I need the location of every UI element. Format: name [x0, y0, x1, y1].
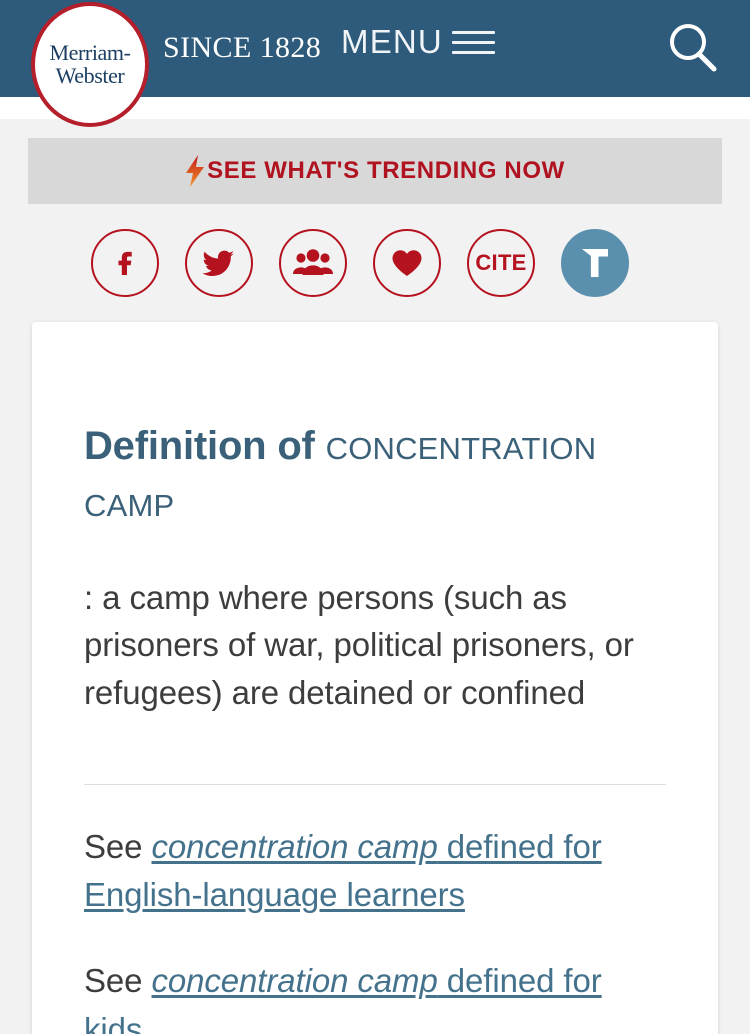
search-icon[interactable]	[662, 17, 724, 79]
users-group-icon[interactable]	[279, 229, 347, 297]
hamburger-icon[interactable]	[451, 29, 495, 54]
menu-button[interactable]: MENU	[341, 25, 495, 58]
definition-heading-prefix: Definition of	[84, 424, 315, 468]
social-actions-row: CITE	[0, 204, 750, 297]
section-divider	[84, 784, 666, 786]
see-label-learners: See	[84, 828, 152, 866]
link-kids-definition[interactable]: concentration camp defined for kids	[84, 962, 602, 1034]
page-body: SEE WHAT'S TRENDING NOW CITE Definition …	[0, 97, 750, 1034]
trending-label: SEE WHAT'S TRENDING NOW	[207, 157, 565, 184]
menu-label: MENU	[341, 23, 443, 60]
twitter-icon[interactable]	[185, 229, 253, 297]
tagline-since-1828: SINCE 1828	[163, 31, 322, 64]
link-learners-definition[interactable]: concentration camp defined for English-l…	[84, 828, 602, 913]
facebook-icon[interactable]	[91, 229, 159, 297]
logo-oval: Merriam- Webster	[31, 2, 149, 127]
link-learners-term: concentration camp	[151, 828, 438, 866]
thesaurus-t-icon[interactable]	[561, 229, 629, 297]
definition-card: Definition of CONCENTRATION CAMP : a cam…	[32, 322, 718, 1034]
lightning-bolt-icon	[185, 155, 205, 187]
trending-banner[interactable]: SEE WHAT'S TRENDING NOW	[28, 138, 722, 204]
cite-icon[interactable]: CITE	[467, 229, 535, 297]
logo-line-2: Webster	[55, 63, 125, 88]
see-learners-line: See concentration camp defined for Engli…	[84, 823, 666, 919]
site-header: Merriam- Webster SINCE 1828 MENU	[0, 0, 750, 127]
definition-text: : a camp where persons (such as prisoner…	[84, 578, 634, 711]
merriam-webster-logo[interactable]: Merriam- Webster	[31, 2, 149, 127]
logo-line-1: Merriam-	[49, 40, 131, 65]
cite-label: CITE	[475, 250, 527, 275]
heart-icon[interactable]	[373, 229, 441, 297]
definition-heading: Definition of CONCENTRATION CAMP	[84, 418, 666, 532]
see-kids-line: See concentration camp defined for kids	[84, 957, 666, 1034]
link-kids-term: concentration camp	[151, 962, 438, 1000]
see-label-kids: See	[84, 962, 152, 1000]
